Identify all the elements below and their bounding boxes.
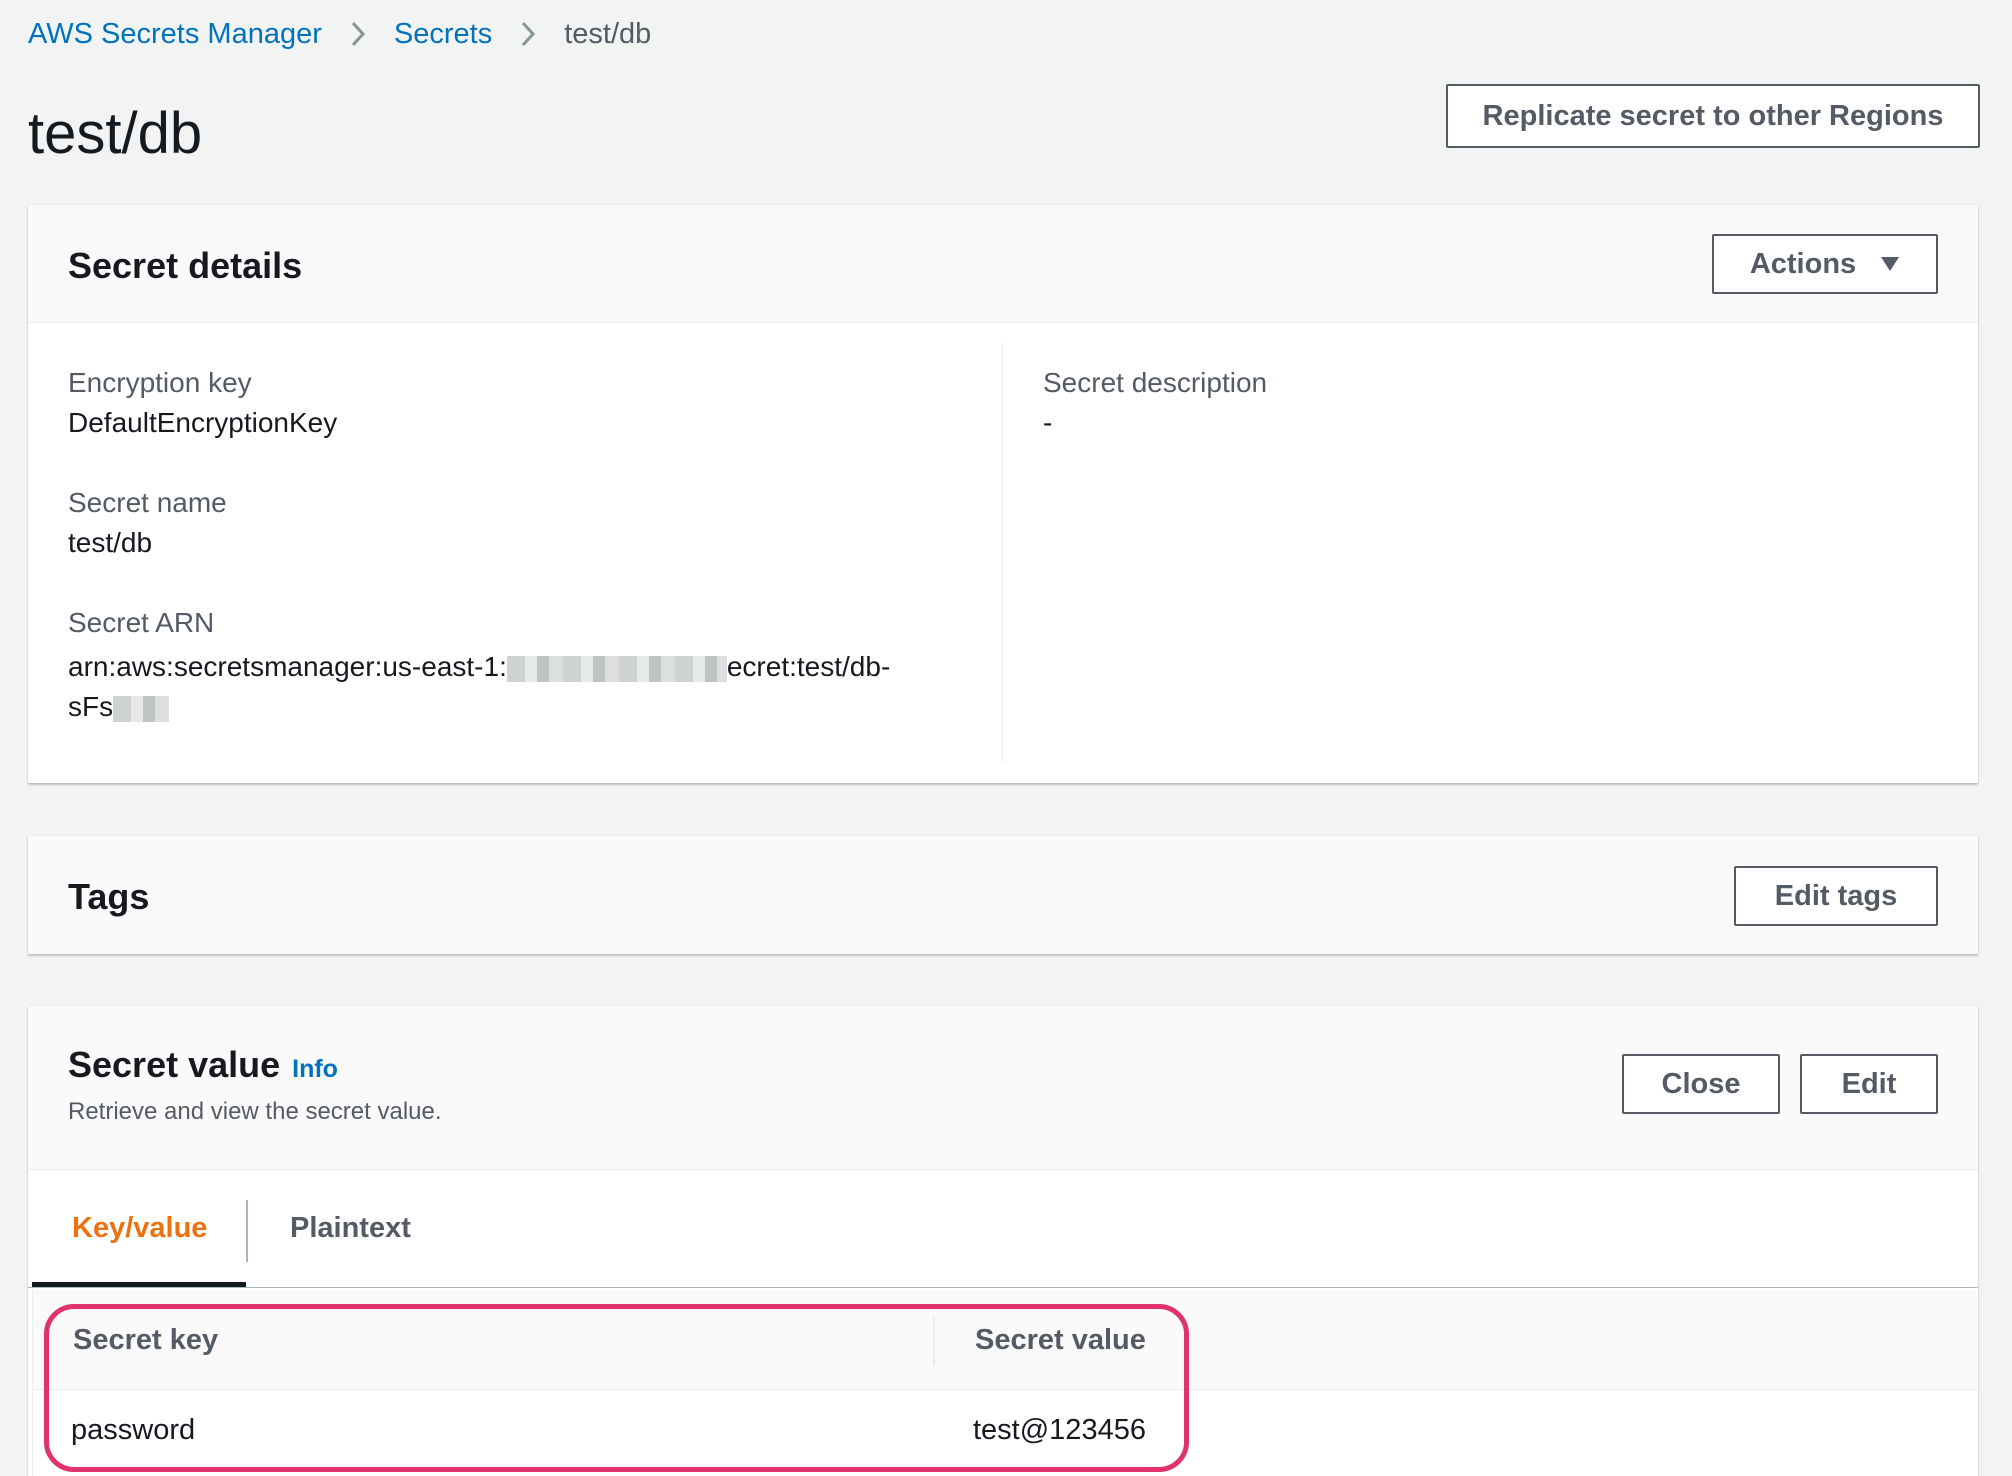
edit-tags-button[interactable]: Edit tags [1734,866,1938,926]
close-button[interactable]: Close [1622,1054,1780,1114]
secret-name-value: test/db [68,527,153,558]
chevron-right-icon [350,20,366,48]
edit-secret-button[interactable]: Edit [1800,1054,1938,1114]
secret-name-label: Secret name [68,487,227,518]
breadcrumb-current: test/db [564,17,652,50]
actions-dropdown-button[interactable]: Actions [1712,234,1938,294]
secret-value-title-row: Secret value Info [68,1044,338,1086]
actions-button-label: Actions [1749,247,1857,280]
tab-key-value[interactable]: Key/value [72,1212,207,1245]
secret-arn-value: arn:aws:secretsmanager:us-east-1: ecret:t… [68,647,890,727]
tab-bar-border [28,1287,1978,1288]
secret-description-field: Secret description - [1043,367,1267,439]
secret-details-header: Secret details Actions [28,205,1978,323]
secret-arn-prefix: arn:aws:secretsmanager:us-east-1: [68,651,507,682]
page-title: test/db [28,101,203,166]
replicate-secret-button[interactable]: Replicate secret to other Regions [1446,84,1980,148]
encryption-key-label: Encryption key [68,367,252,398]
secret-value-header: Secret value Info Retrieve and view the … [28,1006,1978,1170]
redacted-arn-suffix [113,695,170,722]
tab-plaintext[interactable]: Plaintext [290,1212,411,1245]
chevron-right-icon [520,20,536,48]
secret-arn-field: Secret ARN arn:aws:secretsmanager:us-eas… [68,607,890,727]
tab-divider [246,1200,248,1262]
encryption-key-field: Encryption key DefaultEncryptionKey [68,367,337,439]
breadcrumb-link-secrets-manager[interactable]: AWS Secrets Manager [28,18,322,51]
redacted-account-id [506,655,727,682]
tags-card: Tags Edit tags [28,836,1978,954]
encryption-key-value: DefaultEncryptionKey [68,407,338,438]
secret-arn-label: Secret ARN [68,607,215,638]
column-divider [1002,343,1003,763]
tags-title: Tags [68,876,150,917]
secret-description-label: Secret description [1043,367,1268,398]
secret-details-card: Secret details Actions Encryption key De… [28,205,1978,783]
secret-value-title: Secret value [68,1044,281,1085]
secret-details-title: Secret details [68,245,303,286]
caret-down-icon [1880,256,1900,272]
secret-value-subtitle: Retrieve and view the secret value. [68,1098,442,1125]
breadcrumb: AWS Secrets Manager Secrets test/db [28,14,651,54]
secret-name-field: Secret name test/db [68,487,227,559]
tags-header: Tags Edit tags [28,836,1978,954]
secret-arn-line2: sFs [68,691,114,722]
info-link[interactable]: Info [292,1055,338,1084]
secret-arn-suffix: ecret:test/db- [726,651,891,682]
highlight-annotation [44,1304,1189,1472]
secret-description-value: - [1043,407,1053,438]
breadcrumb-link-secrets[interactable]: Secrets [394,18,492,51]
